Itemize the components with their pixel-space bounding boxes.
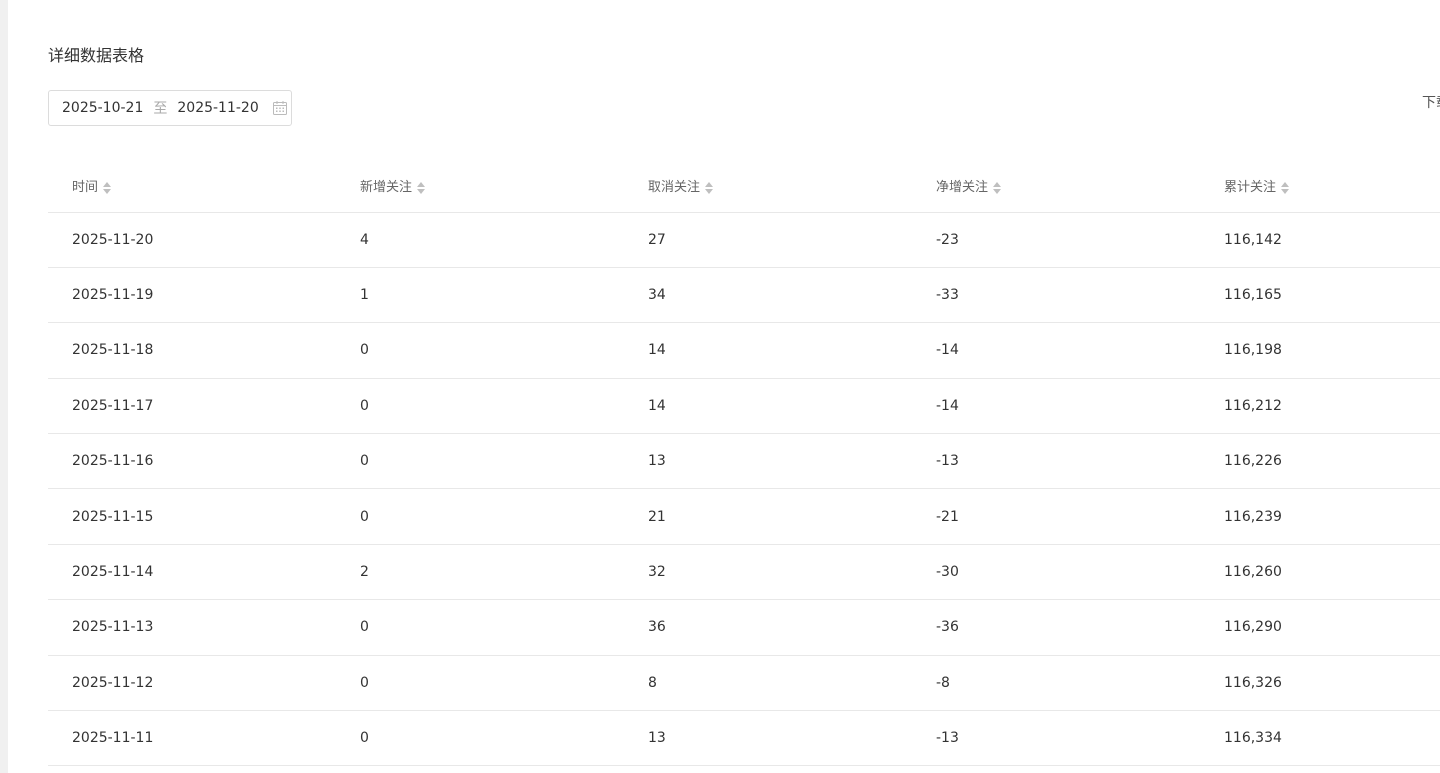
column-net-follows-cell: -8 [912,655,1200,712]
column-total-follows-cell: 116,326 [1200,655,1440,712]
column-unfollows-cell: 27 [624,212,912,268]
detail-data-panel: 详细数据表格 2025-10-21 至 2025-11-20 下载 [8,0,1440,773]
column-unfollows-cell: 14 [624,322,912,379]
table-row: 2025-11-18 0 14 -14 116,198 [48,322,1440,379]
column-time-cell: 2025-11-17 [48,378,336,435]
sort-icon[interactable] [992,181,1002,195]
table-row: 2025-11-11 0 13 -13 116,334 [48,710,1440,767]
column-net-follows-cell: -33 [912,267,1200,324]
table-row: 2025-11-16 0 13 -13 116,226 [48,433,1440,490]
column-time-cell: 2025-11-15 [48,488,336,545]
sort-icon[interactable] [704,181,714,195]
column-time-cell: 2025-11-19 [48,267,336,324]
column-net-follows-cell: -13 [912,710,1200,767]
column-time-cell: 2025-11-18 [48,322,336,379]
column-new-follows-cell: 0 [336,488,624,545]
column-total-follows-cell: 116,334 [1200,710,1440,767]
sort-icon[interactable] [416,181,426,195]
column-new-follows-cell: 0 [336,599,624,656]
column-total-follows-cell: 116,260 [1200,544,1440,601]
column-time-cell: 2025-11-12 [48,655,336,712]
calendar-icon[interactable] [272,100,288,116]
column-unfollows-header[interactable]: 取消关注 [624,160,912,213]
detail-data-table: 时间 新增关注 取消关注 净增关注 累计关注 2025-11-20 4 27 -23 116,1… [48,160,1440,767]
section-title: 详细数据表格 [48,46,145,65]
column-time-cell: 2025-11-14 [48,544,336,601]
column-net-follows-cell: -36 [912,599,1200,656]
column-unfollows-cell: 34 [624,267,912,324]
column-new-follows-cell: 0 [336,655,624,712]
column-net-follows-header[interactable]: 净增关注 [912,160,1200,213]
column-unfollows-cell: 32 [624,544,912,601]
column-unfollows-cell: 21 [624,488,912,545]
table-row: 2025-11-19 1 34 -33 116,165 [48,267,1440,324]
table-body: 2025-11-20 4 27 -23 116,142 2025-11-19 1 34 -33 1… [48,212,1440,767]
table-row: 2025-11-13 0 36 -36 116,290 [48,599,1440,656]
date-range-end[interactable]: 2025-11-20 [177,100,258,116]
column-unfollows-cell: 36 [624,599,912,656]
column-new-follows-cell: 1 [336,267,624,324]
column-unfollows-cell: 8 [624,655,912,712]
column-new-follows-cell: 0 [336,322,624,379]
column-net-follows-cell: -14 [912,378,1200,435]
column-net-follows-cell: -21 [912,488,1200,545]
column-new-follows-cell: 2 [336,544,624,601]
column-total-follows-cell: 116,212 [1200,378,1440,435]
column-net-follows-cell: -30 [912,544,1200,601]
column-unfollows-cell: 14 [624,378,912,435]
column-time-cell: 2025-11-20 [48,212,336,268]
column-unfollows-label: 取消关注 [648,180,701,196]
column-total-follows-cell: 116,290 [1200,599,1440,656]
column-time-label: 时间 [72,180,99,196]
column-total-follows-cell: 116,165 [1200,267,1440,324]
table-row: 2025-11-15 0 21 -21 116,239 [48,488,1440,545]
column-new-follows-cell: 0 [336,710,624,767]
column-total-follows-header[interactable]: 累计关注 [1200,160,1440,213]
date-range-picker[interactable]: 2025-10-21 至 2025-11-20 [48,90,292,126]
column-total-follows-cell: 116,142 [1200,212,1440,268]
column-new-follows-cell: 0 [336,378,624,435]
sort-icon[interactable] [1280,181,1290,195]
column-new-follows-cell: 0 [336,433,624,490]
column-net-follows-cell: -13 [912,433,1200,490]
download-link[interactable]: 下载 [1422,92,1440,112]
table-header-row: 时间 新增关注 取消关注 净增关注 累计关注 [48,160,1440,213]
column-total-follows-label: 累计关注 [1224,180,1277,196]
column-total-follows-cell: 116,198 [1200,322,1440,379]
column-total-follows-cell: 116,239 [1200,488,1440,545]
column-net-follows-cell: -23 [912,212,1200,268]
column-net-follows-cell: -14 [912,322,1200,379]
table-row: 2025-11-20 4 27 -23 116,142 [48,212,1440,268]
table-row: 2025-11-14 2 32 -30 116,260 [48,544,1440,601]
column-new-follows-cell: 4 [336,212,624,268]
table-row: 2025-11-17 0 14 -14 116,212 [48,378,1440,435]
column-time-cell: 2025-11-16 [48,433,336,490]
column-unfollows-cell: 13 [624,433,912,490]
column-unfollows-cell: 13 [624,710,912,767]
table-row: 2025-11-12 0 8 -8 116,326 [48,655,1440,712]
left-background-strip [0,0,8,773]
column-net-follows-label: 净增关注 [936,180,989,196]
column-time-cell: 2025-11-11 [48,710,336,767]
date-range-start[interactable]: 2025-10-21 [62,100,143,116]
column-total-follows-cell: 116,226 [1200,433,1440,490]
column-new-follows-label: 新增关注 [360,180,413,196]
column-time-cell: 2025-11-13 [48,599,336,656]
column-time-header[interactable]: 时间 [48,160,336,213]
column-new-follows-header[interactable]: 新增关注 [336,160,624,213]
date-range-separator: 至 [153,101,168,117]
sort-icon[interactable] [102,181,112,195]
